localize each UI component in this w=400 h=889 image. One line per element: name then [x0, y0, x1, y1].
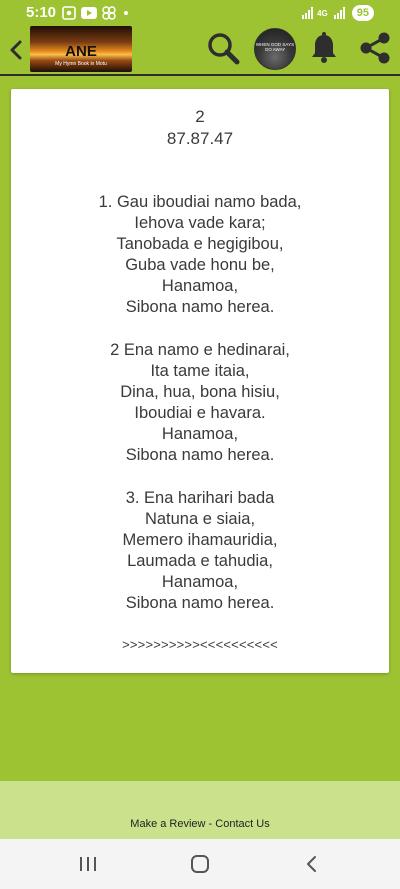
- verse-line: Ita tame itaia,: [150, 362, 250, 380]
- system-nav-bar: [0, 839, 400, 889]
- home-icon: [191, 855, 209, 873]
- footer: Make a Review - Contact Us: [0, 781, 400, 839]
- avatar-caption: WHEN GOD SAYS GO AWAY: [255, 42, 295, 52]
- contact-us-link[interactable]: Contact Us: [215, 818, 269, 830]
- verse-line: 3. Ena harihari bada: [125, 489, 275, 507]
- signal-icon-2: [333, 7, 345, 19]
- notifications-button[interactable]: [306, 30, 342, 66]
- verse-line: Iboudiai e havara.: [134, 404, 266, 422]
- back-button[interactable]: [6, 36, 26, 64]
- verse-line: 2 Ena namo e hedinarai,: [110, 341, 290, 359]
- footer-separator: -: [205, 818, 216, 830]
- footer-links: Make a Review - Contact Us: [0, 818, 400, 830]
- verse: 3. Ena harihari bada Natuna e siaia, Mem…: [11, 488, 389, 614]
- verse-line: Sibona namo herea.: [125, 594, 275, 612]
- status-bar: 5:10 4G 95: [0, 0, 400, 26]
- verse: 2 Ena namo e hedinarai, Ita tame itaia, …: [11, 340, 389, 466]
- logo-title: ANE: [65, 43, 97, 60]
- avatar[interactable]: WHEN GOD SAYS GO AWAY: [254, 28, 296, 70]
- status-notification-icons: [62, 6, 128, 20]
- verse-line: Sibona namo herea.: [125, 446, 275, 464]
- verse-line: Hanamoa,: [161, 573, 239, 591]
- verse-line: Iehova vade kara;: [134, 214, 266, 232]
- bell-icon: [312, 32, 336, 63]
- signal-icon: [302, 7, 314, 19]
- system-back-icon: [307, 856, 316, 872]
- recent-apps-icon: [80, 857, 96, 871]
- hymn-card: 2 87.87.47 1. Gau iboudiai namo bada, Ie…: [11, 89, 389, 673]
- verse-line: Tanobada e hegigibou,: [116, 235, 284, 253]
- verse-line: Guba vade honu be,: [125, 256, 275, 274]
- verse-line: Memero ihamauridia,: [122, 531, 278, 549]
- verse-line: Natuna e siaia,: [144, 510, 256, 528]
- share-button[interactable]: [357, 30, 393, 66]
- screenshot-icon: [62, 6, 76, 20]
- make-review-link[interactable]: Make a Review: [130, 818, 205, 830]
- battery-badge: 95: [351, 5, 374, 21]
- verse-line: Dina, hua, bona hisiu,: [120, 383, 280, 401]
- status-time: 5:10: [26, 4, 57, 21]
- verse-line: Hanamoa,: [161, 425, 239, 443]
- system-back-button[interactable]: [300, 852, 324, 876]
- network-type: 4G: [317, 8, 328, 18]
- youtube-icon: [81, 7, 97, 19]
- verse-line: Sibona namo herea.: [125, 298, 275, 316]
- verse: 1. Gau iboudiai namo bada, Iehova vade k…: [11, 192, 389, 318]
- app-bar-divider: [0, 74, 400, 76]
- home-button[interactable]: [188, 852, 212, 876]
- search-icon: [208, 33, 240, 65]
- back-icon: [10, 40, 22, 60]
- app-notification-icon: [102, 6, 116, 20]
- end-marker: >>>>>>>>>><<<<<<<<<<: [122, 637, 278, 652]
- dot-icon: [124, 11, 128, 15]
- verse-line: 1. Gau iboudiai namo bada,: [98, 193, 302, 211]
- recent-apps-button[interactable]: [76, 852, 100, 876]
- status-system-icons: 4G 95: [302, 5, 374, 21]
- app-logo[interactable]: ANE My Hymn Book in Motu: [30, 26, 132, 72]
- verse-line: Hanamoa,: [161, 277, 239, 295]
- search-button[interactable]: [205, 30, 241, 66]
- hymn-number: 2: [195, 107, 205, 126]
- app-bar: ANE My Hymn Book in Motu WHEN GOD SAYS G…: [0, 26, 400, 74]
- hymn-meter: 87.87.47: [166, 129, 234, 148]
- verse-line: Laumada e tahudia,: [127, 552, 273, 570]
- logo-subtitle: My Hymn Book in Motu: [55, 61, 107, 67]
- share-icon: [360, 32, 390, 64]
